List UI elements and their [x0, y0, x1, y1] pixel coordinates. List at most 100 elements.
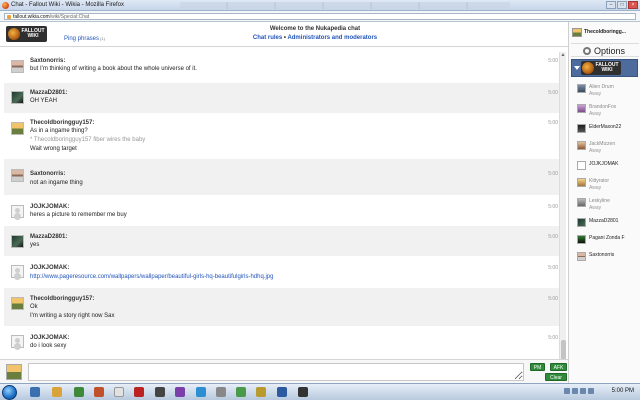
user-status: Away: [589, 185, 602, 191]
site-favicon-icon: [7, 15, 11, 19]
user-list-item[interactable]: JOJKJOMAK: [571, 159, 639, 176]
taskbar-app-icon[interactable]: [74, 387, 84, 397]
avatar[interactable]: [11, 297, 24, 310]
my-avatar: [6, 364, 22, 380]
message-link[interactable]: http://www.pageresource.com/wallpapers/w…: [30, 274, 273, 280]
message-scrollbar[interactable]: ▲ ▼: [559, 52, 566, 374]
url-path: /wiki/Special:Chat: [49, 14, 90, 20]
room-header[interactable]: FALLOUT WIKI: [571, 59, 638, 77]
user-list-item[interactable]: Saxtonorris: [571, 250, 639, 267]
window-title: Chat - Fallout Wiki - Wikia - Mozilla Fi…: [11, 2, 125, 8]
avatar: [577, 124, 586, 133]
tray-icon[interactable]: [588, 388, 594, 394]
taskbar-app-icon[interactable]: [175, 387, 185, 397]
user-list-item[interactable]: Alien Drum Away: [571, 82, 639, 102]
address-bar[interactable]: fallout.wikia.com/wiki/Special:Chat: [4, 13, 636, 20]
user-list-item[interactable]: ElderMaxon22: [571, 122, 639, 139]
fallout-wiki-logo[interactable]: FALLOUT WIKI: [6, 26, 47, 42]
avatar[interactable]: [11, 265, 24, 278]
background-windows-strip: [180, 2, 510, 9]
chat-message: JOJKJOMAK: http://www.pageresource.com/w…: [4, 256, 559, 288]
address-bar-area: fallout.wikia.com/wiki/Special:Chat: [0, 11, 640, 22]
taskbar-app-icon[interactable]: [134, 387, 144, 397]
avatar: [577, 104, 586, 113]
taskbar-clock[interactable]: 5:00 PM: [612, 388, 634, 394]
avatar: [577, 84, 586, 93]
maximize-button[interactable]: □: [617, 1, 627, 9]
avatar[interactable]: [11, 235, 24, 248]
system-tray: [564, 388, 600, 396]
url-text: fallout.wikia.com/wiki/Special:Chat: [13, 14, 89, 20]
taskbar-app-icon[interactable]: [277, 387, 287, 397]
taskbar-app-icon[interactable]: [114, 387, 124, 397]
message-author: MazzaD2801:: [30, 90, 68, 96]
avatar[interactable]: [11, 60, 24, 73]
avatar: [577, 178, 586, 187]
chevron-down-icon[interactable]: [574, 66, 580, 70]
message-author: JOJKJOMAK:: [30, 335, 70, 341]
avatar[interactable]: [11, 122, 24, 135]
message-list[interactable]: Saxtonorris: but I'm thinking of writing…: [4, 52, 564, 380]
avatar: [577, 252, 586, 261]
close-window-button[interactable]: ×: [628, 1, 638, 9]
avatar[interactable]: [11, 169, 24, 182]
ping-phrases-link[interactable]: Ping phrases(1): [64, 36, 105, 42]
avatar: [577, 218, 586, 227]
message-author[interactable]: Saxtonorris:: [30, 58, 65, 64]
options-label: Options: [594, 46, 626, 56]
message-time: 5:00: [548, 58, 558, 64]
user-list-item[interactable]: Leskyline Away: [571, 196, 639, 216]
avatar: [577, 161, 586, 170]
avatar[interactable]: [11, 205, 24, 218]
message-time: 5:00: [548, 204, 558, 210]
tray-icon[interactable]: [572, 388, 578, 394]
options-button[interactable]: Options: [571, 43, 639, 57]
scroll-up-icon[interactable]: ▲: [560, 52, 566, 58]
avatar[interactable]: [11, 335, 24, 348]
user-list-item[interactable]: MazzaD2801: [571, 216, 639, 233]
afk-button[interactable]: AFK: [550, 363, 567, 371]
taskbar-app-icon[interactable]: [236, 387, 246, 397]
user-status: Away: [589, 111, 602, 117]
user-name: Saxtonorris: [589, 252, 615, 258]
message-text: OH YEAH: [30, 98, 57, 104]
taskbar-app-icon[interactable]: [196, 387, 206, 397]
clear-button[interactable]: Clear: [545, 373, 567, 381]
taskbar-app-icon[interactable]: [52, 387, 62, 397]
message-input[interactable]: [28, 363, 524, 381]
chat-message: JOJKJOMAK: do i look sexy 5:00: [4, 326, 559, 356]
avatar[interactable]: [11, 91, 24, 104]
tray-icon[interactable]: [580, 388, 586, 394]
user-status: Away: [589, 205, 602, 211]
scrollbar-thumb[interactable]: [561, 340, 566, 360]
taskbar-app-icon[interactable]: [94, 387, 104, 397]
taskbar-app-icon[interactable]: [216, 387, 226, 397]
chat-message: MazzaD2801: yes 5:00: [4, 226, 559, 256]
start-button[interactable]: [2, 385, 17, 400]
windows-taskbar: 5:00 PM: [0, 383, 640, 400]
taskbar-app-icon[interactable]: [30, 387, 40, 397]
current-user[interactable]: Thecoldboringg...: [571, 28, 639, 40]
pm-button[interactable]: PM: [530, 363, 545, 371]
minimize-button[interactable]: –: [606, 1, 616, 9]
message-text: heres a picture to remember me buy: [30, 212, 127, 218]
user-list-item[interactable]: Kittyrator Away: [571, 176, 639, 196]
taskbar-app-icon[interactable]: [256, 387, 266, 397]
avatar: [577, 141, 586, 150]
chat-message: Saxtonorris: but I'm thinking of writing…: [4, 52, 559, 83]
message-time: 5:00: [548, 90, 558, 96]
chat-rules-link[interactable]: Chat rules: [253, 35, 282, 41]
avatar: [577, 235, 586, 244]
current-user-name: Thecoldboringg...: [584, 29, 626, 35]
tray-icon[interactable]: [564, 388, 570, 394]
admins-mods-link[interactable]: Administrators and moderators: [287, 35, 377, 41]
user-list-item[interactable]: BrandonFox Away: [571, 102, 639, 122]
taskbar-app-icon[interactable]: [298, 387, 308, 397]
browser-title-bar: Chat - Fallout Wiki - Wikia - Mozilla Fi…: [0, 0, 640, 11]
chat-page: FALLOUT WIKI Ping phrases(1) Welcome to …: [0, 22, 640, 383]
user-list-item[interactable]: Pagani Zonda F: [571, 233, 639, 250]
room-logo: FALLOUT WIKI: [581, 61, 621, 75]
user-list-item[interactable]: JackMizzen Away: [571, 139, 639, 159]
message-text: Wait wrong target: [30, 146, 77, 152]
taskbar-app-icon[interactable]: [155, 387, 165, 397]
